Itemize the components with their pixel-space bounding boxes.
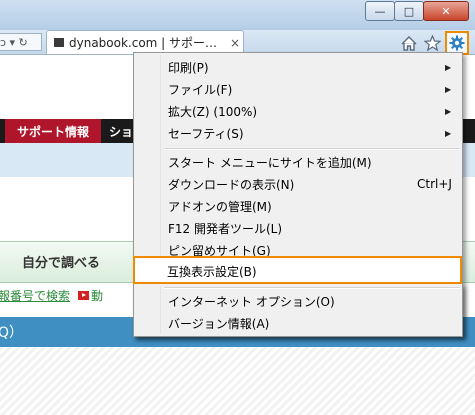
tools-menu-lower: インターネット オプション(O) バージョン情報(A)	[133, 284, 463, 337]
menu-item-view-downloads[interactable]: ダウンロードの表示(N) Ctrl+J	[134, 173, 462, 195]
menu-item-shortcut: Ctrl+J	[417, 177, 452, 191]
tab-close-button[interactable]: ×	[227, 36, 243, 50]
search-by-number-link[interactable]: 報番号で検索	[0, 287, 70, 304]
submenu-arrow-icon: ▶	[445, 106, 452, 116]
star-icon[interactable]	[422, 33, 442, 53]
search-links: 報番号で検索 動	[0, 286, 103, 304]
nav-tab-shop[interactable]: ショ	[109, 119, 133, 143]
browser-tab[interactable]: dynabook.com | サポー… ×	[46, 30, 244, 54]
menu-item-compatibility-view[interactable]: 互換表示設定(B)	[133, 256, 462, 284]
menu-item-label: 互換表示設定(B)	[167, 265, 257, 279]
self-search-button[interactable]: 自分で調べる	[0, 241, 122, 281]
home-icon[interactable]	[399, 33, 419, 53]
menu-item-label: 拡大(Z) (100%)	[168, 104, 258, 119]
menu-item-manage-addons[interactable]: アドオンの管理(M)	[134, 195, 462, 217]
menu-item-label: セーフティ(S)	[168, 126, 244, 141]
menu-item-label: アドオンの管理(M)	[168, 199, 272, 214]
menu-item-safety[interactable]: セーフティ(S) ▶	[134, 122, 462, 144]
close-button[interactable]: ✕	[423, 1, 469, 21]
site-favicon-icon	[54, 38, 64, 47]
menu-item-label: F12 開発者ツール(L)	[168, 221, 283, 236]
window-controls: — □ ✕	[365, 1, 469, 21]
menu-item-file[interactable]: ファイル(F) ▶	[134, 78, 462, 100]
menu-item-label: スタート メニューにサイトを追加(M)	[168, 155, 372, 170]
address-controls[interactable]: ɔ ▾ ↻	[0, 33, 42, 51]
nav-tab-support[interactable]: サポート情報	[5, 119, 101, 143]
title-bar: — □ ✕	[0, 0, 475, 30]
minimize-button[interactable]: —	[365, 1, 395, 21]
menu-separator	[164, 148, 460, 150]
video-icon	[78, 290, 90, 300]
menu-item-zoom[interactable]: 拡大(Z) (100%) ▶	[134, 100, 462, 122]
submenu-arrow-icon: ▶	[445, 62, 452, 72]
menu-item-label: バージョン情報(A)	[168, 316, 270, 331]
address-controls-glyphs: ɔ ▾ ↻	[0, 35, 28, 49]
menu-item-add-to-start[interactable]: スタート メニューにサイトを追加(M)	[134, 151, 462, 173]
menu-item-label: 印刷(P)	[168, 60, 209, 75]
submenu-arrow-icon: ▶	[445, 84, 452, 94]
menu-item-print[interactable]: 印刷(P) ▶	[134, 56, 462, 78]
maximize-button[interactable]: □	[394, 1, 424, 21]
menu-item-dev-tools[interactable]: F12 開発者ツール(L)	[134, 217, 462, 239]
menu-item-internet-options[interactable]: インターネット オプション(O)	[134, 290, 462, 312]
submenu-arrow-icon: ▶	[445, 128, 452, 138]
video-link[interactable]: 動	[78, 287, 103, 304]
tab-title: dynabook.com | サポー…	[69, 36, 218, 50]
background-pattern	[0, 347, 475, 415]
menu-item-label: ダウンロードの表示(N)	[168, 177, 295, 192]
faq-label: Q）	[0, 325, 24, 341]
video-link-label: 動	[91, 288, 104, 303]
menu-item-about[interactable]: バージョン情報(A)	[134, 312, 462, 334]
menu-separator	[164, 287, 460, 289]
menu-item-label: ファイル(F)	[168, 82, 233, 97]
menu-item-label: インターネット オプション(O)	[168, 294, 335, 309]
